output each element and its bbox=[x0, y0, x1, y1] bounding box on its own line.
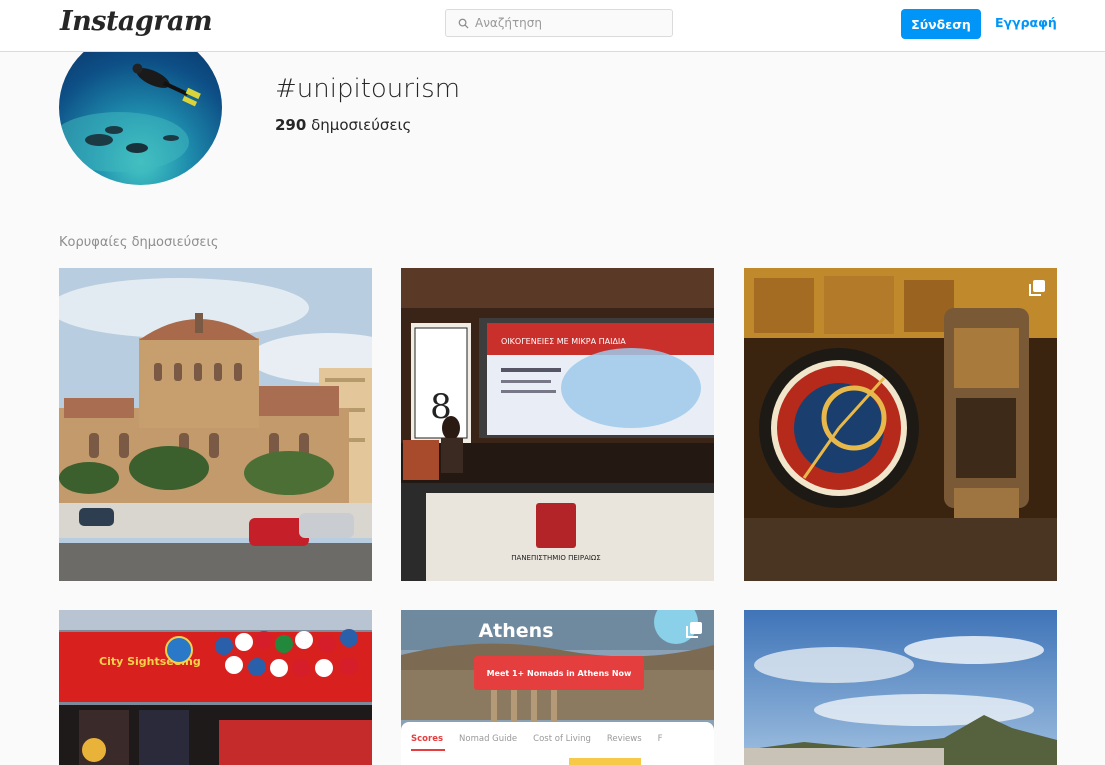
top-posts-heading: Κορυφαίες δημοσιεύσεις bbox=[59, 235, 219, 250]
post-tile-2[interactable]: 8 ΟΙΚΟΓΕΝΕΙΕΣ ΜΕ ΜΙΚΡΑ ΠΑΙΔΙΑ ΠΑΝΕΠΙΣΤΗΜ… bbox=[401, 268, 714, 581]
post-count-number: 290 bbox=[275, 116, 307, 134]
post-tile-1[interactable] bbox=[59, 268, 372, 581]
hashtag-avatar bbox=[59, 30, 222, 185]
multiple-photos-icon bbox=[686, 622, 702, 638]
active-tab-underline bbox=[411, 749, 445, 751]
bus-photo: City Sightseeing bbox=[59, 610, 372, 765]
clock-photo bbox=[744, 268, 1057, 581]
post-count: 290 δημοσιεύσεις bbox=[275, 116, 411, 134]
sky-photo bbox=[744, 610, 1057, 765]
athens-card-cta: Meet 1+ Nomads in Athens Now bbox=[474, 656, 644, 690]
post-tile-6[interactable] bbox=[744, 610, 1057, 765]
conference-podium-text: ΠΑΝΕΠΙΣΤΗΜΙΟ ΠΕΙΡΑΙΩΣ bbox=[511, 554, 600, 562]
conference-photo: 8 ΟΙΚΟΓΕΝΕΙΕΣ ΜΕ ΜΙΚΡΑ ΠΑΙΔΙΑ ΠΑΝΕΠΙΣΤΗΜ… bbox=[401, 268, 714, 581]
church-photo bbox=[59, 268, 372, 581]
post-count-label: δημοσιεύσεις bbox=[311, 116, 412, 134]
athens-card-title: Athens bbox=[478, 620, 554, 642]
instagram-logo[interactable]: Instagram bbox=[60, 6, 213, 37]
top-navigation-bar: Instagram Σύνδεση Εγγραφή bbox=[0, 0, 1105, 52]
hashtag-title: #unipitourism bbox=[275, 74, 461, 104]
athens-card-tabs: Scores Nomad Guide Cost of Living Review… bbox=[401, 722, 714, 765]
athens-tab-truncated: F bbox=[657, 734, 663, 744]
multiple-photos-icon bbox=[1029, 280, 1045, 296]
search-input[interactable] bbox=[475, 16, 655, 30]
post-tile-5[interactable]: Athens Meet 1+ Nomads in Athens Now Scor… bbox=[401, 610, 714, 765]
post-tile-3[interactable] bbox=[744, 268, 1057, 581]
search-box[interactable] bbox=[445, 9, 673, 37]
search-icon bbox=[458, 18, 469, 29]
diver-image bbox=[59, 63, 201, 172]
post-tile-4[interactable]: City Sightseeing bbox=[59, 610, 372, 765]
athens-tab-nomad-guide: Nomad Guide bbox=[459, 734, 518, 744]
score-bar-strip bbox=[569, 758, 641, 765]
conference-screen-title: ΟΙΚΟΓΕΝΕΙΕΣ ΜΕ ΜΙΚΡΑ ΠΑΙΔΙΑ bbox=[501, 337, 626, 346]
signup-link[interactable]: Εγγραφή bbox=[995, 15, 1057, 30]
login-button[interactable]: Σύνδεση bbox=[901, 9, 981, 39]
